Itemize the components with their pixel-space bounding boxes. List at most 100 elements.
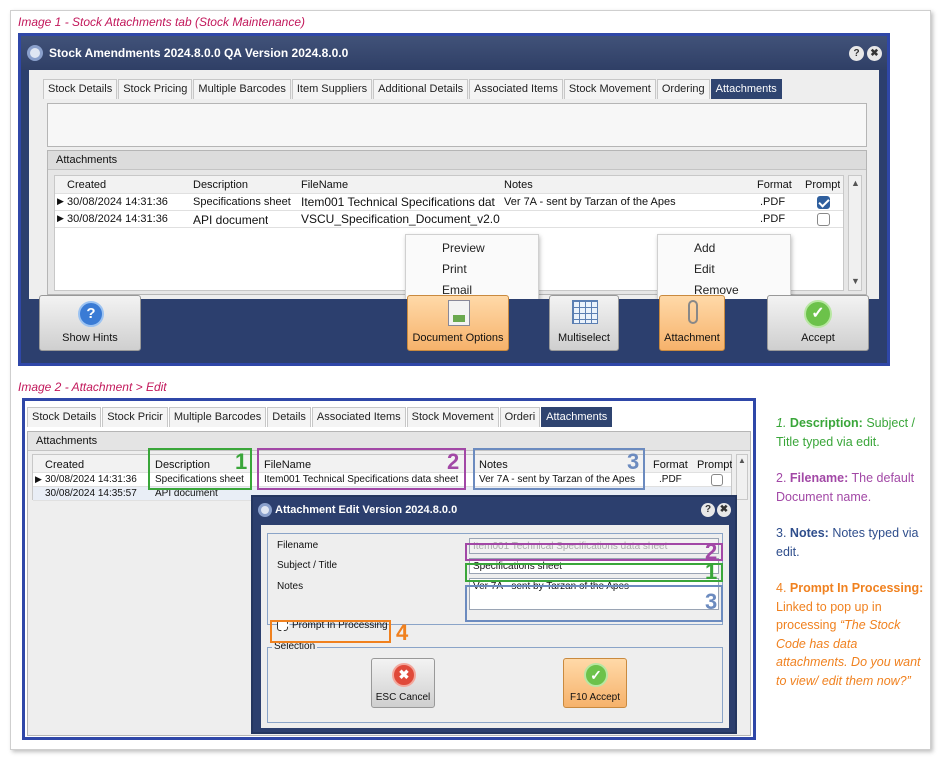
tab-stock-details[interactable]: Stock Details bbox=[43, 79, 118, 99]
f10-accept-label: F10 Accept bbox=[569, 692, 621, 703]
attachments-group-label: Attachments bbox=[48, 151, 866, 170]
tab-stock-movement[interactable]: Stock Movement bbox=[406, 407, 499, 427]
esc-cancel-button[interactable]: ✖ ESC Cancel bbox=[371, 658, 435, 708]
note-number: 3. bbox=[776, 526, 787, 540]
grid-scrollbar[interactable]: ▲ ▼ bbox=[848, 175, 862, 291]
cell-description: API document bbox=[193, 213, 269, 227]
cell-format: .PDF bbox=[760, 196, 786, 208]
tab-additional-details[interactable]: Additional Details bbox=[373, 79, 469, 99]
col-created[interactable]: Created bbox=[45, 459, 84, 471]
note-notes: 3. Notes: Notes typed via edit. bbox=[776, 524, 928, 561]
tab-multiple-barcodes[interactable]: Multiple Barcodes bbox=[168, 407, 267, 427]
cell-description: Specifications sheet bbox=[193, 196, 291, 208]
check-icon: ✓ bbox=[804, 300, 832, 328]
menu-item-edit[interactable]: Edit bbox=[694, 262, 715, 276]
close-icon[interactable]: ✖ bbox=[867, 46, 882, 61]
table-row[interactable]: ▶ 30/08/2024 14:31:36 API document VSCU_… bbox=[55, 211, 843, 228]
tab-associated-items[interactable]: Associated Items bbox=[469, 79, 563, 99]
col-prompt[interactable]: Prompt bbox=[805, 179, 840, 191]
tab-stock-pricing[interactable]: Stock Pricir bbox=[102, 407, 168, 427]
cell-filename: Item001 Technical Specifications dat bbox=[301, 195, 495, 209]
menu-item-preview[interactable]: Preview bbox=[442, 241, 485, 255]
note-title: Prompt In Processing: bbox=[789, 581, 924, 595]
scroll-down-icon[interactable]: ▼ bbox=[851, 276, 860, 286]
tab-associated-items[interactable]: Associated Items bbox=[311, 407, 406, 427]
note-title: Notes: bbox=[789, 526, 829, 540]
scroll-up-icon[interactable]: ▲ bbox=[738, 456, 746, 465]
tab-details[interactable]: Details bbox=[267, 407, 311, 427]
col-format[interactable]: Format bbox=[757, 179, 792, 191]
dialog-marker-one: 1 bbox=[705, 559, 718, 584]
table-row[interactable]: ▶ 30/08/2024 14:31:36 Specifications she… bbox=[55, 194, 843, 211]
help-icon[interactable]: ? bbox=[849, 46, 864, 61]
filename-label: Filename bbox=[277, 540, 319, 551]
dialog-filename-highlight bbox=[465, 543, 723, 561]
top-panel bbox=[47, 103, 867, 147]
dialog-subject-highlight bbox=[465, 563, 723, 582]
col-format[interactable]: Format bbox=[653, 459, 688, 471]
attachment-button[interactable]: Attachment bbox=[659, 295, 725, 351]
tab-stock-movement[interactable]: Stock Movement bbox=[563, 79, 656, 99]
cell-notes: Ver 7A - sent by Tarzan of the Apes bbox=[504, 196, 676, 208]
marker-three: 3 bbox=[627, 449, 640, 474]
note-prompt-in-processing: 4. Prompt In Processing: Linked to pop u… bbox=[776, 579, 928, 690]
note-number: 4. bbox=[776, 581, 787, 595]
check-icon: ✓ bbox=[584, 663, 608, 687]
marker-one: 1 bbox=[235, 449, 248, 474]
document-options-label: Document Options bbox=[412, 332, 504, 344]
document-options-button[interactable]: Document Options bbox=[407, 295, 509, 351]
tab-attachments[interactable]: Attachments bbox=[710, 79, 782, 99]
window-titlebar: Stock Amendments 2024.8.0.0 QA Version 2… bbox=[21, 36, 887, 70]
tab-ordering[interactable]: Ordering bbox=[656, 79, 710, 99]
tab-multiple-barcodes[interactable]: Multiple Barcodes bbox=[193, 79, 291, 99]
col-created[interactable]: Created bbox=[67, 179, 106, 191]
tab-stock-pricing[interactable]: Stock Pricing bbox=[118, 79, 193, 99]
esc-cancel-label: ESC Cancel bbox=[375, 692, 431, 703]
subject-label: Subject / Title bbox=[277, 560, 338, 571]
accept-button[interactable]: ✓ Accept bbox=[767, 295, 869, 351]
image1-caption: Image 1 - Stock Attachments tab (Stock M… bbox=[18, 15, 306, 29]
stock-amendments-window: Stock Amendments 2024.8.0.0 QA Version 2… bbox=[18, 33, 890, 366]
button-bar: ? Show Hints Document Options Multiselec… bbox=[21, 295, 887, 363]
note-description: 1. Description: Subject / Title typed vi… bbox=[776, 414, 928, 451]
window-title: Stock Amendments 2024.8.0.0 QA Version 2… bbox=[49, 46, 349, 60]
note-number: 1. bbox=[776, 416, 787, 430]
grid-scrollbar[interactable]: ▲ bbox=[736, 454, 748, 500]
col-filename[interactable]: FileName bbox=[301, 179, 348, 191]
prompt-checkbox[interactable] bbox=[711, 474, 723, 486]
dialog-notes-highlight bbox=[465, 585, 723, 622]
help-icon: ? bbox=[78, 301, 104, 327]
menu-item-print[interactable]: Print bbox=[442, 262, 467, 276]
col-description[interactable]: Description bbox=[193, 179, 248, 191]
row-indicator-icon: ▶ bbox=[35, 474, 42, 484]
prompt-checkbox[interactable] bbox=[817, 213, 830, 226]
marker-four: 4 bbox=[396, 620, 409, 645]
cell-format: .PDF bbox=[760, 213, 786, 225]
attachment-menu: Add Edit Remove bbox=[657, 234, 791, 302]
tab-attachments[interactable]: Attachments bbox=[541, 407, 613, 427]
scroll-up-icon[interactable]: ▲ bbox=[851, 178, 860, 188]
notes-label: Notes bbox=[277, 581, 304, 592]
help-icon[interactable]: ? bbox=[701, 503, 715, 517]
document-options-menu: Preview Print Email bbox=[405, 234, 539, 302]
row-indicator-icon: ▶ bbox=[57, 213, 64, 223]
note-filename: 2. Filename: The default Document name. bbox=[776, 469, 928, 506]
tab-stock-details[interactable]: Stock Details bbox=[27, 407, 102, 427]
menu-item-add[interactable]: Add bbox=[694, 241, 715, 255]
tab-item-suppliers[interactable]: Item Suppliers bbox=[291, 79, 373, 99]
tab-ordering[interactable]: Orderi bbox=[499, 407, 541, 427]
attachment-label: Attachment bbox=[664, 332, 720, 344]
col-prompt[interactable]: Prompt bbox=[697, 459, 732, 471]
col-notes[interactable]: Notes bbox=[504, 179, 533, 191]
multiselect-button[interactable]: Multiselect bbox=[549, 295, 619, 351]
f10-accept-button[interactable]: ✓ F10 Accept bbox=[563, 658, 627, 708]
show-hints-button[interactable]: ? Show Hints bbox=[39, 295, 141, 351]
note-title: Filename: bbox=[789, 471, 849, 485]
row-indicator-icon: ▶ bbox=[57, 196, 64, 206]
show-hints-label: Show Hints bbox=[62, 332, 118, 344]
selection-frame: Selection bbox=[267, 641, 723, 723]
prompt-checkbox[interactable] bbox=[817, 196, 830, 209]
multiselect-label: Multiselect bbox=[558, 332, 610, 344]
close-icon[interactable]: ✖ bbox=[717, 503, 731, 517]
cell-created: 30/08/2024 14:31:36 bbox=[45, 474, 137, 485]
